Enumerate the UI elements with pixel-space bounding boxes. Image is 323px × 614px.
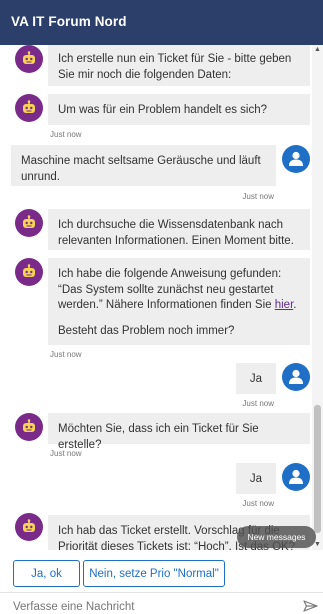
message-text: Ich erstelle nun ein Ticket für Sie - bi… [58, 53, 292, 81]
bot-avatar [15, 258, 43, 286]
user-icon [289, 151, 303, 166]
bot-avatar [15, 94, 43, 122]
suggested-actions: Ja, ok Nein, setze Prio "Normal" [0, 550, 323, 590]
app-header: VA IT Forum Nord [0, 0, 323, 45]
suggested-action-yes[interactable]: Ja, ok [13, 560, 80, 587]
message-timestamp: Just now [50, 449, 82, 458]
message-text: Ja [249, 373, 262, 385]
message-timestamp: Just now [242, 192, 274, 201]
scroll-down-arrow-icon[interactable]: ▼ [314, 541, 321, 548]
message-bubble: Ich durchsuche die Wissensdatenbank nach… [48, 209, 310, 250]
message-timestamp: Just now [50, 350, 82, 359]
message-composer [0, 592, 323, 614]
chat-scrollbar[interactable]: ▲ ▼ [312, 45, 323, 550]
message-bubble: Ja [235, 363, 276, 394]
message-bubble: Ich erstelle nun ein Ticket für Sie - bi… [48, 45, 310, 86]
chat-transcript[interactable]: Ich erstelle nun ein Ticket für Sie - bi… [0, 45, 323, 550]
suggested-action-normal-priority[interactable]: Nein, setze Prio "Normal" [83, 560, 225, 587]
message-text: Möchten Sie, dass ich ein Ticket für Sie… [58, 423, 259, 451]
message-timestamp: Just now [242, 499, 274, 508]
app-title: VA IT Forum Nord [11, 14, 127, 29]
user-avatar [282, 463, 310, 491]
message-text: Ich habe die folgende Anweisung gefunden… [58, 268, 282, 311]
message-bubble: Ich habe die folgende Anweisung gefunden… [48, 258, 310, 345]
message-bubble: Maschine macht seltsame Geräusche und lä… [11, 145, 276, 186]
user-icon [289, 469, 303, 484]
message-timestamp: Just now [50, 130, 82, 139]
message-text: Um was für ein Problem handelt es sich? [58, 104, 268, 116]
message-text: Besteht das Problem noch immer? [58, 324, 235, 337]
user-icon [289, 369, 303, 384]
bot-avatar [15, 209, 43, 237]
info-link[interactable]: hier [275, 299, 294, 311]
user-avatar [282, 363, 310, 391]
message-text: . [293, 299, 297, 311]
message-text: Maschine macht seltsame Geräusche und lä… [21, 155, 261, 183]
message-bubble: Möchten Sie, dass ich ein Ticket für Sie… [48, 413, 310, 451]
bot-avatar [15, 413, 43, 441]
scroll-up-arrow-icon[interactable]: ▲ [314, 46, 321, 53]
scroll-thumb[interactable] [314, 405, 321, 533]
bot-avatar [15, 45, 43, 73]
new-messages-button[interactable]: New messages [237, 526, 316, 548]
message-text: Ich durchsuche die Wissensdatenbank nach… [58, 219, 294, 247]
bot-icon [23, 264, 35, 277]
bot-icon [23, 51, 35, 64]
bot-icon [23, 419, 35, 432]
bot-avatar [15, 513, 43, 541]
message-text: Ja [249, 473, 262, 485]
bot-icon [23, 519, 35, 532]
send-icon[interactable] [303, 600, 318, 612]
user-avatar [282, 145, 310, 173]
message-input[interactable] [13, 599, 283, 614]
message-bubble: Um was für ein Problem handelt es sich? [48, 94, 310, 125]
bot-icon [23, 215, 35, 228]
message-bubble: Ja [235, 463, 276, 494]
message-timestamp: Just now [242, 399, 274, 408]
bot-icon [23, 100, 35, 113]
